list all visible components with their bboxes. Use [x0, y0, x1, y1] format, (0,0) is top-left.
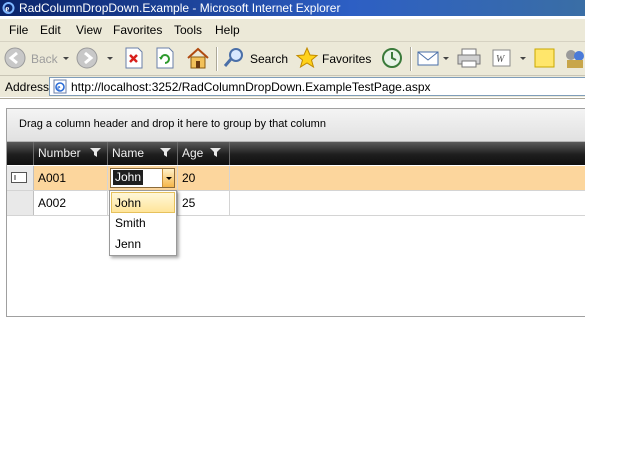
- print-icon[interactable]: [456, 47, 482, 69]
- filter-icon[interactable]: [90, 147, 101, 158]
- forward-dropdown-arrow-icon[interactable]: [107, 57, 113, 60]
- name-combobox[interactable]: John: [110, 168, 175, 188]
- column-header-label: Age: [182, 146, 204, 160]
- dropdown-option[interactable]: Smith: [112, 213, 174, 232]
- cell-age[interactable]: 20: [178, 166, 230, 190]
- cell-number[interactable]: A002: [34, 191, 108, 215]
- dropdown-option[interactable]: Jenn: [112, 234, 174, 253]
- menu-view[interactable]: View: [76, 23, 102, 37]
- stop-icon[interactable]: [124, 47, 144, 69]
- table-row[interactable]: A002 25: [7, 191, 585, 216]
- search-icon[interactable]: [222, 47, 246, 69]
- address-bar: Address e http://localhost:3252/RadColum…: [0, 76, 585, 97]
- toolbar-separator: [410, 47, 412, 71]
- back-icon[interactable]: [4, 47, 26, 69]
- forward-icon[interactable]: [76, 47, 98, 69]
- rad-grid-view: Drag a column header and drop it here to…: [6, 108, 585, 317]
- combobox-dropdown-list: John Smith Jenn: [109, 190, 177, 256]
- title-bar[interactable]: e RadColumnDropDown.Example - Microsoft …: [0, 0, 585, 16]
- mail-dropdown-arrow-icon[interactable]: [443, 57, 449, 60]
- dropdown-option-label: Smith: [115, 216, 146, 230]
- cell-text: 25: [182, 196, 196, 210]
- cell-text: 20: [182, 171, 196, 185]
- column-header-age[interactable]: Age: [178, 142, 230, 165]
- edit-word-icon[interactable]: W: [491, 48, 513, 68]
- combobox-dropdown-arrow-icon[interactable]: [162, 169, 174, 187]
- cell-number[interactable]: A001: [34, 166, 108, 190]
- column-header-name[interactable]: Name: [108, 142, 178, 165]
- cell-text: A001: [38, 171, 67, 185]
- menu-bar: File Edit View Favorites Tools Help: [0, 19, 585, 42]
- page-icon: e: [53, 79, 67, 94]
- cell-text: A002: [38, 196, 67, 210]
- combobox-selected-text[interactable]: John: [113, 170, 144, 185]
- svg-text:e: e: [57, 84, 60, 92]
- table-row[interactable]: A001 John 20: [7, 166, 585, 191]
- back-button-label[interactable]: Back: [31, 52, 58, 66]
- toolbar-separator: [216, 47, 218, 71]
- menu-file[interactable]: File: [9, 23, 28, 37]
- home-icon[interactable]: [185, 46, 211, 70]
- refresh-icon[interactable]: [155, 47, 175, 69]
- address-label: Address: [5, 80, 50, 94]
- toolbar: Back Search Favorites W: [0, 42, 585, 76]
- group-panel[interactable]: Drag a column header and drop it here to…: [7, 109, 585, 142]
- ie-icon: e: [2, 2, 15, 14]
- cell-name[interactable]: John: [108, 166, 178, 190]
- messenger-icon[interactable]: [563, 47, 585, 69]
- history-icon[interactable]: [380, 47, 404, 69]
- header-indent-cell: [7, 142, 34, 165]
- menu-edit[interactable]: Edit: [40, 23, 61, 37]
- note-icon[interactable]: [533, 47, 557, 69]
- column-header-label: Name: [112, 146, 145, 160]
- svg-text:e: e: [5, 4, 9, 14]
- address-url[interactable]: http://localhost:3252/RadColumnDropDown.…: [71, 80, 431, 94]
- favorites-button-label[interactable]: Favorites: [322, 52, 371, 66]
- row-indicator[interactable]: [7, 166, 34, 190]
- column-header-label: Number: [38, 146, 81, 160]
- column-header-number[interactable]: Number: [34, 142, 108, 165]
- menu-tools[interactable]: Tools: [174, 23, 202, 37]
- menu-favorites[interactable]: Favorites: [113, 23, 162, 37]
- menu-help[interactable]: Help: [215, 23, 240, 37]
- dropdown-option-label: John: [115, 196, 142, 210]
- dropdown-option[interactable]: John: [111, 192, 175, 213]
- ie-window: e RadColumnDropDown.Example - Microsoft …: [0, 0, 585, 358]
- group-panel-text: Drag a column header and drop it here to…: [19, 118, 326, 130]
- filter-icon[interactable]: [160, 147, 171, 158]
- search-button-label[interactable]: Search: [250, 52, 288, 66]
- favorites-star-icon[interactable]: [295, 46, 319, 70]
- dropdown-option-label: Jenn: [115, 237, 142, 251]
- window-title: RadColumnDropDown.Example - Microsoft In…: [19, 1, 341, 15]
- back-dropdown-arrow-icon[interactable]: [63, 57, 69, 60]
- cell-age[interactable]: 25: [178, 191, 230, 215]
- mail-icon[interactable]: [416, 48, 442, 68]
- address-input[interactable]: e http://localhost:3252/RadColumnDropDow…: [49, 77, 585, 96]
- page-content: Drag a column header and drop it here to…: [0, 98, 585, 358]
- filter-icon[interactable]: [210, 147, 221, 158]
- row-indicator[interactable]: [7, 191, 34, 215]
- edit-dropdown-arrow-icon[interactable]: [520, 57, 526, 60]
- edit-row-indicator-icon: [11, 172, 27, 183]
- column-header-row: Number Name Age: [7, 142, 585, 165]
